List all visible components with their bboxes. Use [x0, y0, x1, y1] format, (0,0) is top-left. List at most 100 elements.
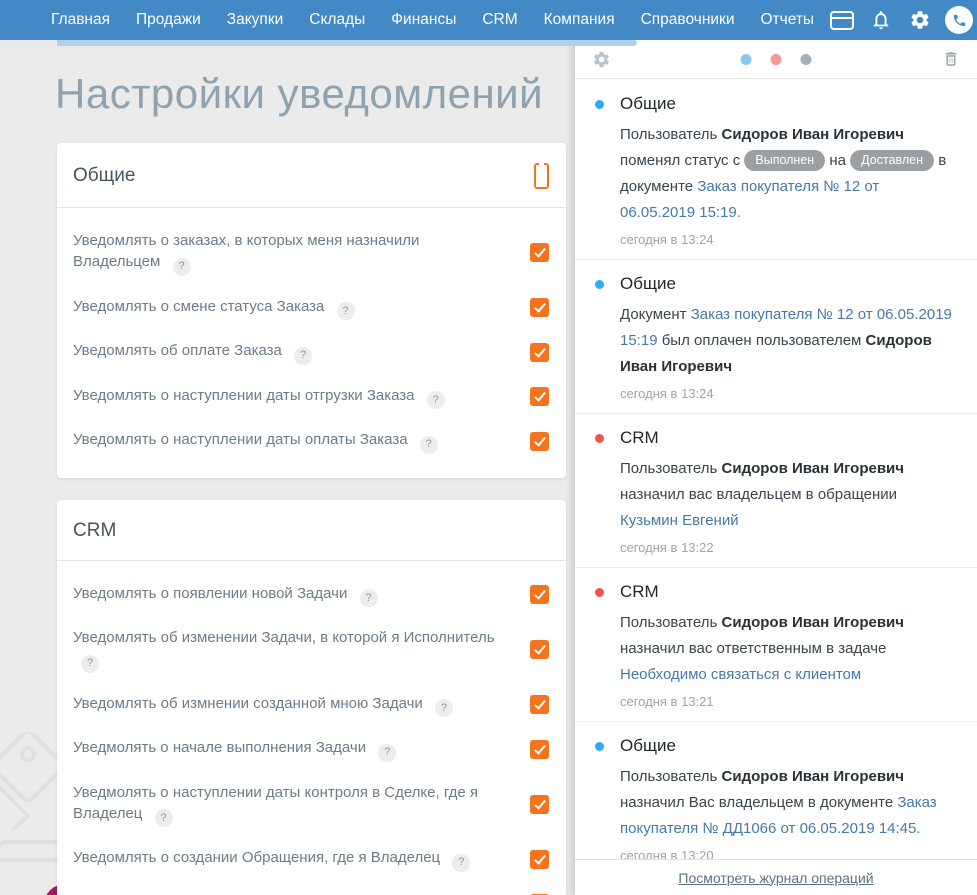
trash-icon[interactable] — [942, 50, 960, 68]
setting-row: Уведомлять о заказах, в которых меня наз… — [57, 220, 566, 286]
notification-text-fragment: на — [825, 152, 850, 169]
filter-dot-read[interactable] — [801, 54, 812, 65]
notification-item: CRM Пользователь Сидоров Иван Игоревич на… — [575, 568, 977, 722]
notification-item: ОбщиеПользователь Сидоров Иван Игоревич … — [575, 80, 977, 260]
nav-item-8[interactable]: Отчеты — [748, 0, 828, 40]
help-icon[interactable]: ? — [435, 699, 453, 717]
nav-item-3[interactable]: Склады — [296, 0, 378, 40]
setting-row: Уведомлять об изменении Задачи, в которо… — [57, 617, 566, 683]
notification-text: Пользователь Сидоров Иван Игоревич назна… — [620, 764, 957, 842]
bell-icon[interactable] — [866, 5, 896, 35]
horizontal-scrollbar-thumb[interactable] — [57, 40, 637, 46]
setting-row: Уведомлять о создании Обращения, где я В… — [57, 837, 566, 882]
notification-category: Общие — [620, 94, 957, 114]
user-name: Сидоров Иван Игоревич — [722, 768, 904, 785]
status-badge: Выполнен — [744, 150, 825, 171]
setting-label: Уведомлять о наступлении даты оплаты Зак… — [73, 429, 438, 454]
setting-label: Уведомлять об измнении созданной мною За… — [73, 693, 453, 718]
setting-checkbox[interactable] — [530, 695, 549, 714]
notification-text-fragment: Документ — [620, 306, 691, 323]
setting-row: Уведомлять о появлении новой Задачи ? — [57, 573, 566, 618]
help-icon[interactable]: ? — [155, 809, 173, 827]
setting-checkbox[interactable] — [530, 740, 549, 759]
setting-label: Уведмолять о наступлении даты контроля в… — [73, 782, 498, 828]
nav-item-5[interactable]: CRM — [469, 0, 530, 40]
notifications-list: Общие Пользователь Сидоров Иван Игоревич … — [575, 80, 977, 859]
notification-text-fragment: был оплачен пользователем — [658, 332, 866, 349]
notification-text-fragment: Пользователь — [620, 768, 722, 785]
notification-text: Пользователь Сидоров Иван Игоревич назна… — [620, 456, 957, 534]
notification-text-fragment: поменял статус с — [620, 152, 744, 169]
setting-checkbox[interactable] — [530, 432, 549, 451]
settings-card-crm: CRM Уведомлять о появлении новой Задачи … — [57, 500, 566, 895]
setting-checkbox[interactable] — [530, 243, 549, 262]
notification-timestamp: сегодня в 13:24 — [620, 386, 957, 401]
setting-checkbox[interactable] — [530, 343, 549, 362]
settings-card-general: Общие Уведомлять о заказах, в которых ме… — [57, 143, 566, 478]
nav-item-7[interactable]: Справочники — [628, 0, 748, 40]
notification-text: Пользователь Сидоров Иван Игоревич назна… — [620, 610, 957, 688]
user-name: Сидоров Иван Игоревич — [722, 460, 904, 477]
setting-label: Уведомлять об изменении Обращения, где я… — [73, 892, 490, 895]
help-icon[interactable]: ? — [294, 347, 312, 365]
filter-dot-general[interactable] — [741, 54, 752, 65]
notification-category-dot — [595, 588, 604, 597]
card-title-crm: CRM — [73, 520, 116, 542]
help-icon[interactable]: ? — [427, 391, 445, 409]
help-icon[interactable]: ? — [360, 589, 378, 607]
notification-category-dot — [595, 280, 604, 289]
help-icon[interactable]: ? — [337, 302, 355, 320]
card-title-general: Общие — [73, 165, 135, 187]
help-icon[interactable]: ? — [81, 655, 99, 673]
notification-timestamp: сегодня в 13:20 — [620, 848, 957, 859]
setting-row: Уведомлять о смене статуса Заказа ? — [57, 286, 566, 331]
setting-row: Уведмолять о начале выполнения Задачи ? — [57, 727, 566, 772]
help-icon[interactable]: ? — [420, 436, 438, 454]
document-link[interactable]: Необходимо связаться с клиентом — [620, 666, 861, 683]
page-title: Настройки уведомлений — [55, 70, 575, 118]
notification-category-dot — [595, 434, 604, 443]
setting-label: Уведмолять о начале выполнения Задачи ? — [73, 737, 396, 762]
setting-row: Уведмолять о наступлении даты контроля в… — [57, 772, 566, 838]
setting-label: Уведомлять о наступлении даты отгрузки З… — [73, 385, 445, 410]
notification-category: CRM — [620, 582, 957, 602]
setting-checkbox[interactable] — [530, 298, 549, 317]
filter-dot-crm[interactable] — [771, 54, 782, 65]
nav-item-6[interactable]: Компания — [531, 0, 628, 40]
gear-icon[interactable] — [905, 5, 935, 35]
nav-item-1[interactable]: Продажи — [123, 0, 214, 40]
help-icon[interactable]: ? — [452, 854, 470, 872]
notification-category: Общие — [620, 736, 957, 756]
notifications-panel-header — [575, 40, 977, 79]
setting-label: Уведомлять об оплате Заказа ? — [73, 340, 312, 365]
setting-checkbox[interactable] — [530, 640, 549, 659]
window-icon[interactable] — [827, 5, 857, 35]
setting-row: Уведомлять об измнении созданной мною За… — [57, 683, 566, 728]
setting-label: Уведомлять о смене статуса Заказа ? — [73, 296, 355, 321]
setting-row: Уведомлять об оплате Заказа ? — [57, 330, 566, 375]
nav-item-4[interactable]: Финансы — [378, 0, 469, 40]
setting-checkbox[interactable] — [530, 850, 549, 869]
view-operations-log-link[interactable]: Посмотреть журнал операций — [678, 870, 873, 886]
notification-item: Общие Пользователь Сидоров Иван Игоревич … — [575, 722, 977, 859]
notification-category: Общие — [620, 274, 957, 294]
phone-icon[interactable] — [944, 5, 974, 35]
user-name: Сидоров Иван Игоревич — [722, 614, 904, 631]
nav-item-0[interactable]: Главная — [38, 0, 123, 40]
notification-text-fragment: Пользователь — [620, 460, 722, 477]
top-navbar: ГлавнаяПродажиЗакупкиСкладыФинансыCRMКом… — [0, 0, 977, 40]
nav-item-2[interactable]: Закупки — [214, 0, 297, 40]
setting-checkbox[interactable] — [530, 795, 549, 814]
setting-label: Уведомлять о заказах, в которых меня наз… — [73, 230, 498, 276]
help-icon[interactable]: ? — [378, 744, 396, 762]
notification-item: CRMПользователь Сидоров Иван Игоревич на… — [575, 414, 977, 568]
setting-checkbox[interactable] — [530, 585, 549, 604]
setting-checkbox[interactable] — [530, 387, 549, 406]
smartphone-icon[interactable] — [534, 163, 549, 189]
help-icon[interactable]: ? — [173, 258, 191, 276]
notification-text-fragment: назначил вас ответственным в задаче — [620, 640, 886, 657]
notifications-panel: Общие Пользователь Сидоров Иван Игоревич … — [575, 40, 977, 895]
notifications-settings-gear-icon[interactable] — [592, 50, 611, 69]
document-link[interactable]: Кузьмин Евгений — [620, 512, 739, 529]
setting-label: Уведомлять об изменении Задачи, в которо… — [73, 627, 498, 673]
